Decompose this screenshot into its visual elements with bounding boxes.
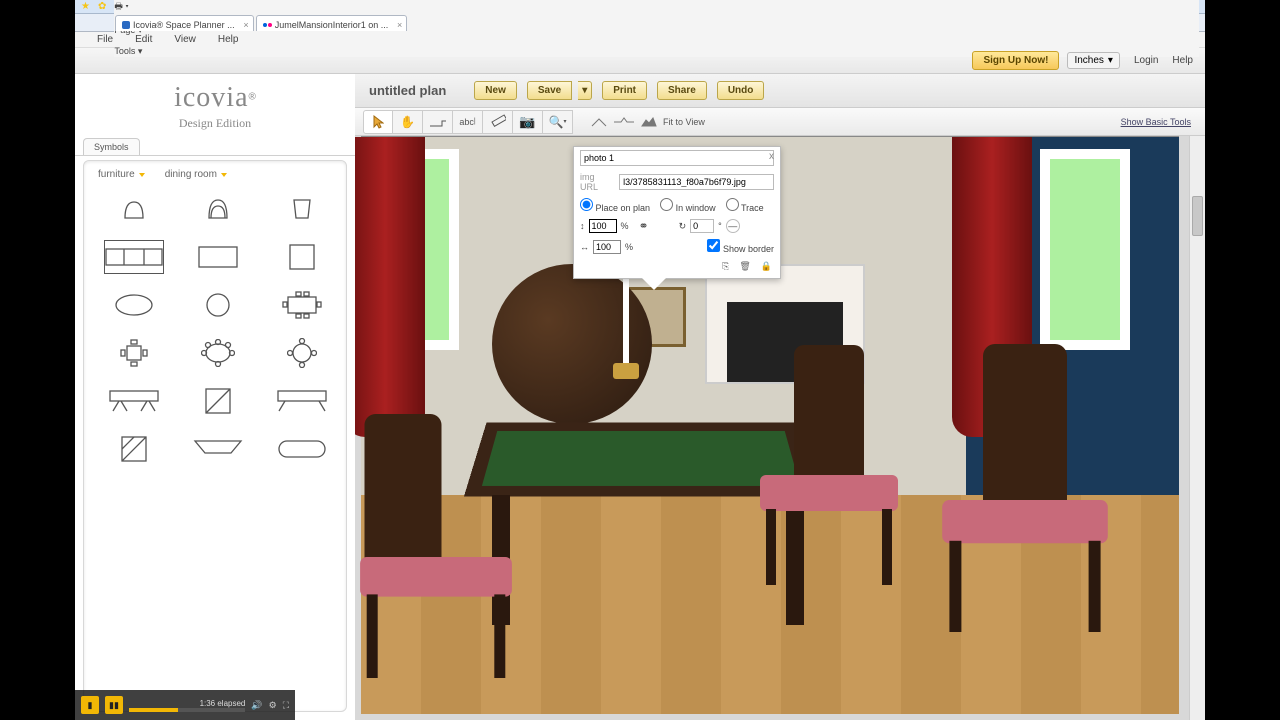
symbol-table-chairs-oval[interactable] [188,336,248,370]
symbol-drop-leaf[interactable] [188,432,248,466]
rotation-input[interactable] [690,219,714,233]
show-basic-tools[interactable]: Show Basic Tools [1121,117,1191,127]
symbol-stool[interactable] [272,192,332,226]
units-select[interactable]: Inches▾ [1067,52,1120,69]
print-icon[interactable]: 🖶 ▾ [114,0,1199,15]
plan-titlebar: untitled plan New Save ▾ Print Share Und… [355,74,1205,108]
favorites-star-icon[interactable]: ★ [81,1,90,12]
close-icon[interactable]: x [769,151,774,162]
text-tool[interactable]: abc| [453,110,483,134]
fit-to-view[interactable]: Fit to View [663,117,705,127]
print-button[interactable]: Print [602,81,647,100]
copy-icon[interactable]: ⎘ [722,261,729,272]
pan-tool[interactable]: ✋ [393,110,423,134]
save-button[interactable]: Save [527,81,572,100]
play-button[interactable]: ▮ [81,696,99,714]
symbol-bench-legs[interactable] [104,384,164,418]
rotate-icon: ↻ [679,221,687,232]
measure-tool[interactable] [483,110,513,134]
toolbar: ✋ abc| 📷 🔍▾ Fit to View Show Basic Tools [355,108,1205,136]
radio-trace[interactable]: Trace [726,198,764,213]
wall-tool[interactable] [423,110,453,134]
main-area: untitled plan New Save ▾ Print Share Und… [355,74,1205,720]
symbol-table-chairs-rect[interactable] [272,288,332,322]
undo-button[interactable]: Undo [717,81,765,100]
zoom-tool[interactable]: 🔍▾ [543,110,573,134]
symbol-oval[interactable] [104,288,164,322]
signup-button[interactable]: Sign Up Now! [972,51,1059,70]
symbol-rect-round[interactable] [272,432,332,466]
camera-tool[interactable]: 📷 [513,110,543,134]
tab-jumel[interactable]: JumelMansionInterior1 on ... × [256,15,408,31]
delete-icon[interactable]: 🗑 [739,261,750,272]
symbol-palette: furniture dining room [83,160,347,712]
symbol-circle[interactable] [188,288,248,322]
sidebar-tabs: Symbols [75,138,355,156]
close-icon[interactable]: × [397,20,402,30]
photo-name-input[interactable] [580,150,774,166]
symbol-table-rect-triple[interactable] [104,240,164,274]
add-favorite-icon[interactable]: ✿ [98,1,106,12]
url-label: img URL [580,172,613,192]
show-border-checkbox[interactable]: Show border [707,239,774,254]
settings-icon[interactable]: ⚙ [269,700,277,711]
plan-title: untitled plan [369,83,446,98]
ie-icon [122,21,130,29]
symbol-chair-1[interactable] [104,192,164,226]
flickr-icon [263,23,272,27]
video-player-overlay[interactable]: ▮ ▮▮ 1:36 elapsed 🔊 ⚙ ⛶ [75,690,295,720]
filter-diningroom[interactable]: dining room [165,169,227,180]
height-icon: ↕ [580,221,585,231]
radio-place-on-plan[interactable]: Place on plan [580,198,650,213]
new-button[interactable]: New [474,81,517,100]
share-button[interactable]: Share [657,81,707,100]
select-tool[interactable] [363,110,393,134]
elapsed-time: 1:36 elapsed [129,699,245,708]
help-link[interactable]: Help [1172,55,1193,66]
fullscreen-icon[interactable]: ⛶ [283,700,289,711]
symbol-fold[interactable] [188,384,248,418]
symbol-table-rect[interactable] [188,240,248,274]
tab-symbols[interactable]: Symbols [83,138,140,155]
brand-edition: Design Edition [179,116,251,131]
symbol-table-chairs-sq[interactable] [104,336,164,370]
filter-furniture[interactable]: furniture [98,169,145,180]
symbol-bench-2[interactable] [272,384,332,418]
menu-view[interactable]: View [174,34,196,45]
menu-edit[interactable]: Edit [135,34,152,45]
symbol-fold-2[interactable] [104,432,164,466]
rotate-handle[interactable]: — [726,219,740,233]
symbol-table-square[interactable] [272,240,332,274]
browser-toolbar: ★ ✿ ⌂ ▾ ▦ ▾ 🖶 ▾ Page ▾ Tools ▾ [75,0,1205,14]
lock-icon[interactable]: 🔒 [761,261,772,272]
symbol-table-chairs-round[interactable] [272,336,332,370]
login-link[interactable]: Login [1134,55,1158,66]
pause-button[interactable]: ▮▮ [105,696,123,714]
tab-label: JumelMansionInterior1 on ... [275,20,389,30]
photo-inspector-popup[interactable]: x img URL Place on plan In window Trace … [573,146,781,279]
scale-height-input[interactable] [589,219,617,233]
width-icon: ↔ [580,242,589,252]
brand-logo: icovia® Design Edition [75,74,355,138]
menu-help[interactable]: Help [218,34,239,45]
close-icon[interactable]: × [243,20,248,30]
elevation-tools[interactable]: Fit to View [591,117,705,127]
link-icon[interactable]: ⚭ [639,219,649,233]
sidebar: icovia® Design Edition Symbols furniture… [75,74,355,720]
tab-label: Icovia® Space Planner ... [133,20,235,30]
menu-file[interactable]: File [97,34,113,45]
scale-width-input[interactable] [593,240,621,254]
seek-bar[interactable]: 1:36 elapsed [129,699,245,712]
brand-name: icovia [174,82,248,113]
vertical-scrollbar[interactable] [1189,136,1205,720]
radio-in-window[interactable]: In window [660,198,716,213]
tab-icovia[interactable]: Icovia® Space Planner ... × [115,15,254,31]
canvas[interactable]: x img URL Place on plan In window Trace … [355,136,1205,720]
save-dropdown[interactable]: ▾ [578,81,592,100]
photo-url-input[interactable] [619,174,774,190]
volume-icon[interactable]: 🔊 [251,700,262,711]
symbol-chair-2[interactable] [188,192,248,226]
